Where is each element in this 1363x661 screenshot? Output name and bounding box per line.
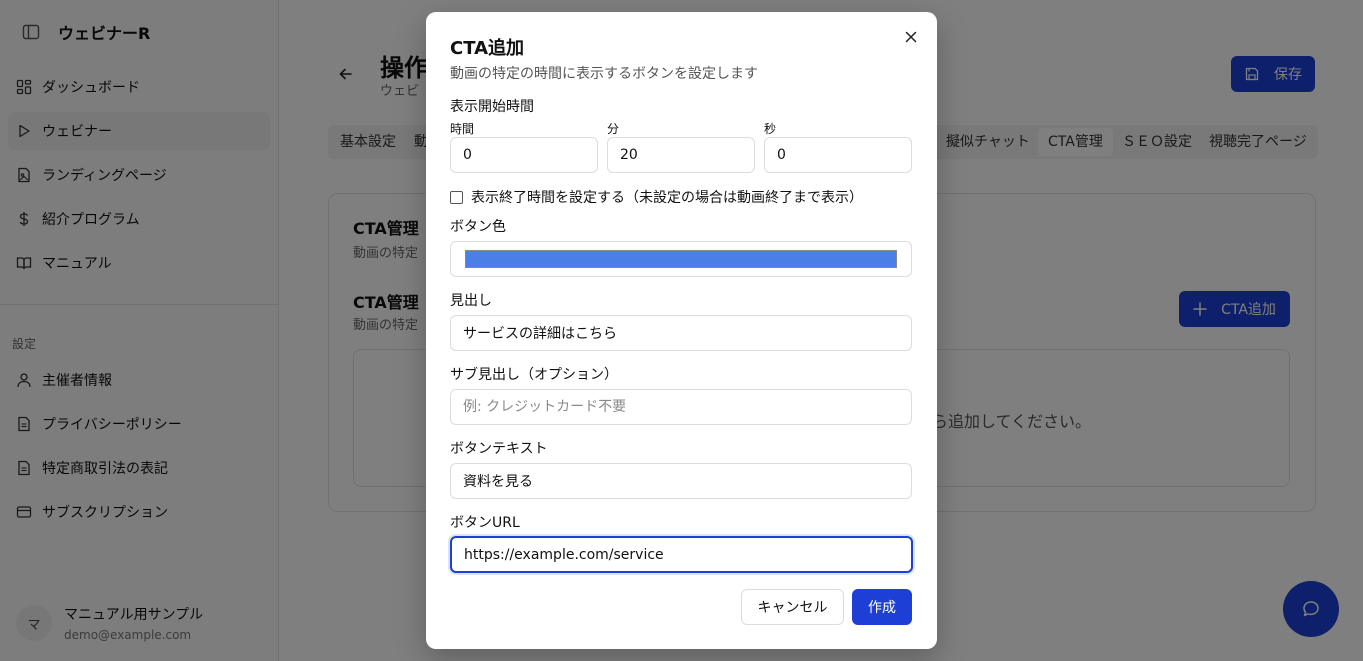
minutes-input[interactable]: [607, 137, 755, 173]
close-icon: [905, 31, 917, 43]
button-color-picker[interactable]: [450, 241, 912, 277]
dialog-description: 動画の特定の時間に表示するボタンを設定します: [450, 66, 758, 82]
button-color-label: ボタン色: [450, 219, 506, 235]
subheadline-input[interactable]: [450, 389, 912, 425]
button-text-input[interactable]: [450, 463, 912, 499]
button-url-label: ボタンURL: [450, 515, 520, 531]
button-text-label: ボタンテキスト: [450, 441, 548, 457]
seconds-label: 秒: [764, 122, 777, 136]
start-time-label: 表示開始時間: [450, 99, 534, 115]
seconds-input[interactable]: [764, 137, 912, 173]
create-button[interactable]: 作成: [852, 589, 912, 625]
hours-input[interactable]: [450, 137, 598, 173]
minutes-label: 分: [607, 122, 620, 136]
headline-input[interactable]: [450, 315, 912, 351]
headline-label: 見出し: [450, 293, 492, 309]
cta-add-dialog: CTA追加 動画の特定の時間に表示するボタンを設定します 表示開始時間 時間 分…: [426, 12, 937, 649]
hours-label: 時間: [450, 122, 475, 136]
button-color-swatch: [465, 250, 897, 268]
dialog-title: CTA追加: [450, 38, 525, 59]
end-time-toggle[interactable]: 表示終了時間を設定する（未設定の場合は動画終了まで表示）: [450, 187, 863, 207]
subheadline-label: サブ見出し（オプション）: [450, 367, 618, 383]
end-time-checkbox-label: 表示終了時間を設定する（未設定の場合は動画終了まで表示）: [471, 190, 863, 206]
end-time-checkbox[interactable]: [450, 190, 463, 204]
cancel-button[interactable]: キャンセル: [741, 589, 844, 625]
button-url-input[interactable]: [450, 536, 913, 573]
close-button[interactable]: [902, 28, 920, 46]
